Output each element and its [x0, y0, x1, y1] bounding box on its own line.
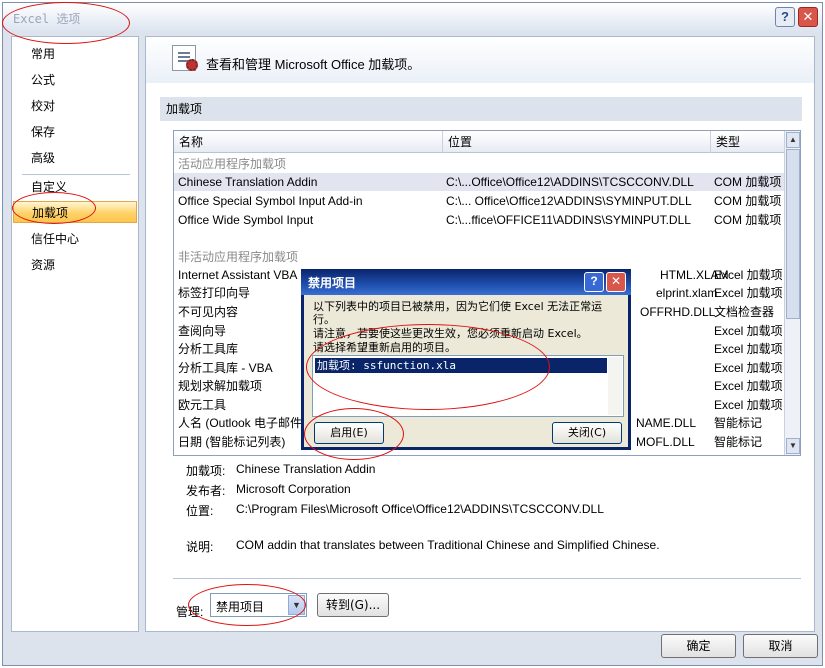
disabled-items-dialog: 禁用项目 ? ✕ 以下列表中的项目已被禁用，因为它们使 Excel 无法正常运 …: [301, 269, 631, 450]
section-title: 加载项: [160, 97, 802, 121]
disabled-item[interactable]: 加载项: ssfunction.xla: [315, 358, 607, 373]
group-header-inactive: 非活动应用程序加载项: [178, 250, 299, 264]
nav-item-general[interactable]: 常用: [13, 43, 137, 65]
ok-button[interactable]: 确定: [661, 634, 736, 658]
dialog-message-line: 行。: [313, 313, 335, 326]
column-location[interactable]: 位置: [442, 131, 710, 153]
dialog-title: 禁用项目: [308, 276, 357, 290]
table-row[interactable]: Chinese Translation Addin C:\...Office\Of…: [174, 173, 785, 191]
nav-divider: [22, 174, 130, 175]
dialog-message-line: 请选择希望重新启用的项目。: [313, 341, 456, 354]
group-header-active: 活动应用程序加载项: [178, 157, 287, 171]
title-bar: Excel 选项 ? ✕: [3, 3, 822, 31]
disabled-items-list: 加载项: ssfunction.xla: [312, 355, 624, 417]
nav-item-customize[interactable]: 自定义: [13, 176, 137, 198]
nav-item-resources[interactable]: 资源: [13, 254, 137, 276]
help-button[interactable]: ?: [775, 7, 795, 27]
goto-button[interactable]: 转到(G)...: [317, 593, 389, 617]
nav-item-trust-center[interactable]: 信任中心: [13, 228, 137, 250]
close-window-button[interactable]: ✕: [798, 7, 818, 27]
divider: [173, 578, 801, 579]
nav-item-proofing[interactable]: 校对: [13, 95, 137, 117]
pane-header-text: 查看和管理 Microsoft Office 加载项。: [206, 57, 421, 72]
dialog-help-button[interactable]: ?: [584, 272, 604, 292]
table-row[interactable]: Office Special Symbol Input Add-in C:\...…: [174, 192, 785, 210]
enable-button[interactable]: 启用(E): [314, 422, 384, 444]
cancel-button[interactable]: 取消: [743, 634, 818, 658]
list-scrollbar[interactable]: ▲ ▼: [784, 131, 800, 455]
pane-header: 查看和管理 Microsoft Office 加载项。: [146, 37, 814, 83]
gear-icon: [186, 59, 198, 71]
chevron-down-icon[interactable]: ▼: [288, 595, 305, 615]
scroll-down-icon[interactable]: ▼: [786, 438, 800, 454]
manage-select-value: 禁用项目: [216, 600, 265, 614]
column-type[interactable]: 类型: [710, 131, 785, 153]
dialog-close-button[interactable]: ✕: [606, 272, 626, 292]
scroll-thumb[interactable]: [786, 149, 800, 319]
nav-item-addins[interactable]: 加载项: [13, 201, 137, 223]
nav-item-advanced[interactable]: 高级: [13, 147, 137, 169]
scroll-up-icon[interactable]: ▲: [786, 132, 800, 148]
column-header: 名称 位置 类型: [174, 131, 785, 153]
dialog-close-text-button[interactable]: 关闭(C): [552, 422, 622, 444]
nav-item-formulas[interactable]: 公式: [13, 69, 137, 91]
dialog-message-line: 以下列表中的项目已被禁用，因为它们使 Excel 无法正常运: [313, 300, 603, 313]
dialog-message-line: 请注意，若要使这些更改生效，您必须重新启动 Excel。: [313, 327, 588, 340]
options-nav: 常用 公式 校对 保存 高级 自定义 加载项 信任中心 资源: [11, 36, 139, 632]
nav-item-save[interactable]: 保存: [13, 121, 137, 143]
table-row[interactable]: Office Wide Symbol Input C:\...ffice\OFFI…: [174, 211, 785, 229]
window-title: Excel 选项: [13, 12, 81, 26]
column-name[interactable]: 名称: [174, 131, 444, 153]
dialog-scrollbar[interactable]: [608, 357, 622, 415]
manage-label: 管理:: [176, 605, 204, 619]
manage-select[interactable]: 禁用项目 ▼: [210, 593, 307, 617]
dialog-title-bar: 禁用项目 ? ✕: [301, 269, 631, 295]
